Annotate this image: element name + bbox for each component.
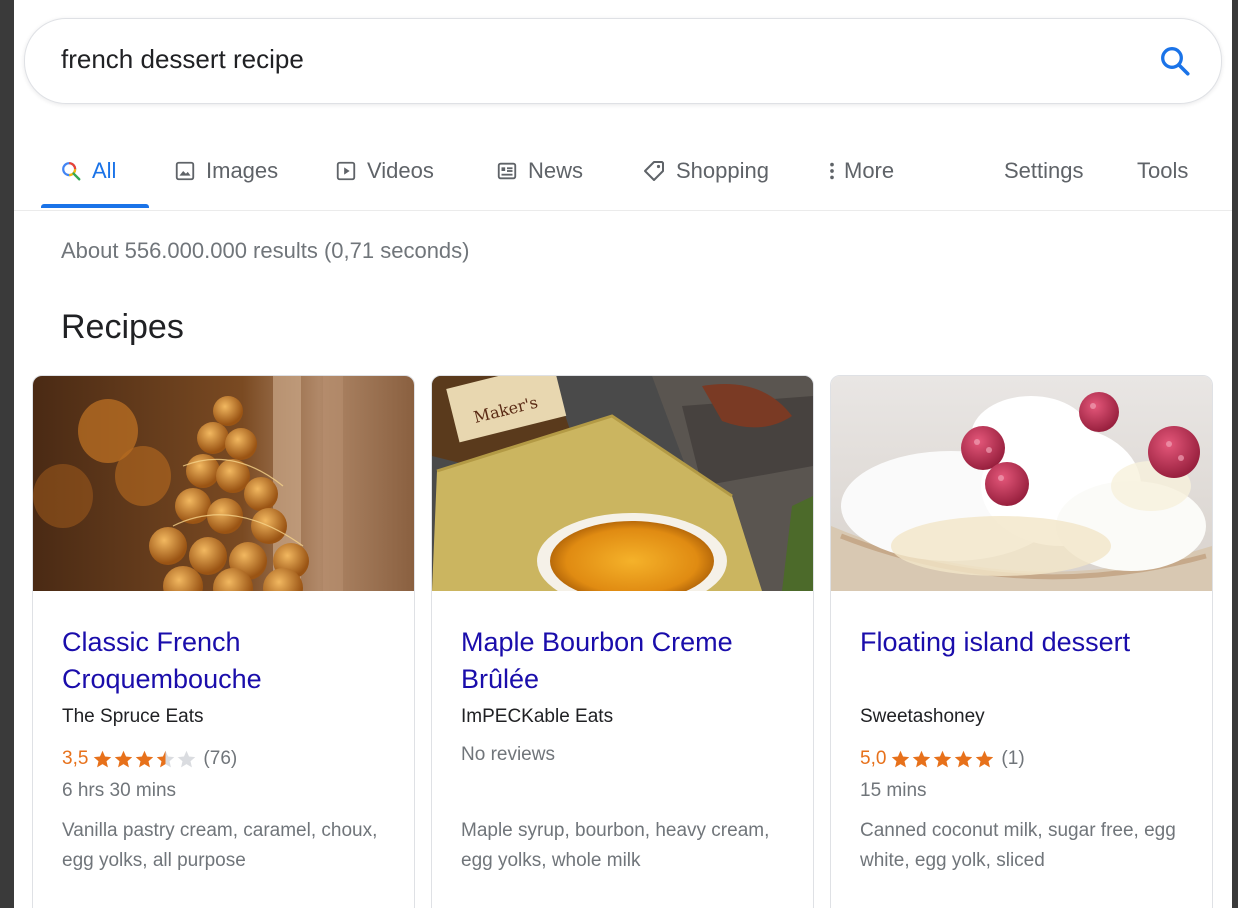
no-reviews-label: No reviews bbox=[461, 744, 555, 765]
recipe-title-link[interactable]: Maple Bourbon Creme Brûlée bbox=[461, 624, 791, 698]
tab-label: All bbox=[92, 158, 117, 183]
star-icon bbox=[955, 750, 973, 767]
tab-label: Shopping bbox=[676, 158, 769, 183]
recipe-card[interactable]: Maker's Maple Bourbon Creme Brûlée ImPEC… bbox=[431, 375, 814, 908]
recipe-time: 15 mins bbox=[860, 780, 927, 801]
recipe-ingredients: Maple syrup, bourbon, heavy cream, egg y… bbox=[461, 820, 770, 871]
recipe-source: Sweetashoney bbox=[860, 706, 985, 727]
recipes-heading: Recipes bbox=[61, 308, 184, 346]
recipe-rating: 5,0 (1) bbox=[860, 748, 1025, 770]
tab-label: Settings bbox=[1004, 158, 1084, 183]
star-rating bbox=[890, 749, 995, 770]
star-icon bbox=[157, 750, 175, 767]
recipe-image[interactable]: Maker's bbox=[432, 376, 813, 609]
tab-videos[interactable]: Videos bbox=[335, 148, 434, 194]
tab-more[interactable]: More bbox=[828, 148, 894, 194]
rating-score: 3,5 bbox=[62, 748, 89, 769]
tag-icon bbox=[642, 159, 666, 183]
result-stats: About 556.000.000 results (0,71 seconds) bbox=[61, 238, 470, 263]
recipe-title-link[interactable]: Classic French Croquembouche bbox=[62, 624, 392, 698]
recipe-ingredients: Vanilla pastry cream, caramel, choux, eg… bbox=[62, 820, 378, 871]
star-icon bbox=[115, 750, 133, 767]
recipe-card[interactable]: Classic French Croquembouche The Spruce … bbox=[32, 375, 415, 908]
star-icon bbox=[94, 750, 112, 767]
tab-label: News bbox=[528, 158, 584, 183]
search-results-page: french dessert recipe All Images Videos … bbox=[14, 0, 1232, 908]
review-count: (76) bbox=[203, 748, 238, 769]
tab-label: Videos bbox=[367, 158, 434, 183]
more-vert-icon bbox=[828, 160, 836, 182]
tab-settings[interactable]: Settings bbox=[1004, 148, 1084, 194]
star-rating bbox=[92, 749, 197, 770]
star-icon bbox=[178, 750, 196, 767]
recipe-source: ImPECKable Eats bbox=[461, 706, 614, 727]
rating-score: 5,0 bbox=[860, 748, 887, 769]
recipe-card[interactable]: Floating island dessert Sweetashoney 5,0… bbox=[830, 375, 1213, 908]
tabs-divider bbox=[14, 210, 1232, 211]
search-button[interactable] bbox=[1157, 43, 1193, 79]
star-icon bbox=[913, 750, 931, 767]
tab-label: Tools bbox=[1137, 158, 1189, 183]
recipe-image[interactable] bbox=[33, 376, 414, 608]
tab-shopping[interactable]: Shopping bbox=[642, 148, 769, 194]
search-input[interactable]: french dessert recipe bbox=[61, 44, 304, 75]
recipe-ingredients: Canned coconut milk, sugar free, egg whi… bbox=[860, 820, 1176, 871]
image-icon bbox=[174, 160, 196, 182]
star-icon bbox=[976, 750, 994, 767]
search-icon bbox=[1161, 47, 1190, 76]
search-icon bbox=[60, 160, 82, 182]
star-icon bbox=[136, 750, 154, 767]
search-box[interactable]: french dessert recipe bbox=[24, 18, 1222, 104]
recipe-source: The Spruce Eats bbox=[62, 706, 204, 727]
tab-news[interactable]: News bbox=[496, 148, 583, 194]
recipe-image[interactable] bbox=[831, 376, 1212, 591]
active-tab-indicator bbox=[41, 204, 149, 208]
review-count: (1) bbox=[1001, 748, 1025, 769]
star-icon bbox=[934, 750, 952, 767]
search-tabs: All Images Videos News Shopping More Set… bbox=[14, 148, 1232, 212]
tab-images[interactable]: Images bbox=[174, 148, 278, 194]
recipe-rating: 3,5 (76) bbox=[62, 748, 237, 770]
recipe-title-link[interactable]: Floating island dessert bbox=[860, 624, 1190, 661]
star-icon bbox=[892, 750, 910, 767]
recipe-time: 6 hrs 30 mins bbox=[62, 780, 177, 801]
news-icon bbox=[496, 160, 518, 182]
tab-all[interactable]: All bbox=[60, 148, 116, 194]
tab-label: Images bbox=[206, 158, 279, 183]
tab-tools[interactable]: Tools bbox=[1137, 148, 1188, 194]
tab-label: More bbox=[844, 158, 895, 183]
play-icon bbox=[335, 160, 357, 182]
